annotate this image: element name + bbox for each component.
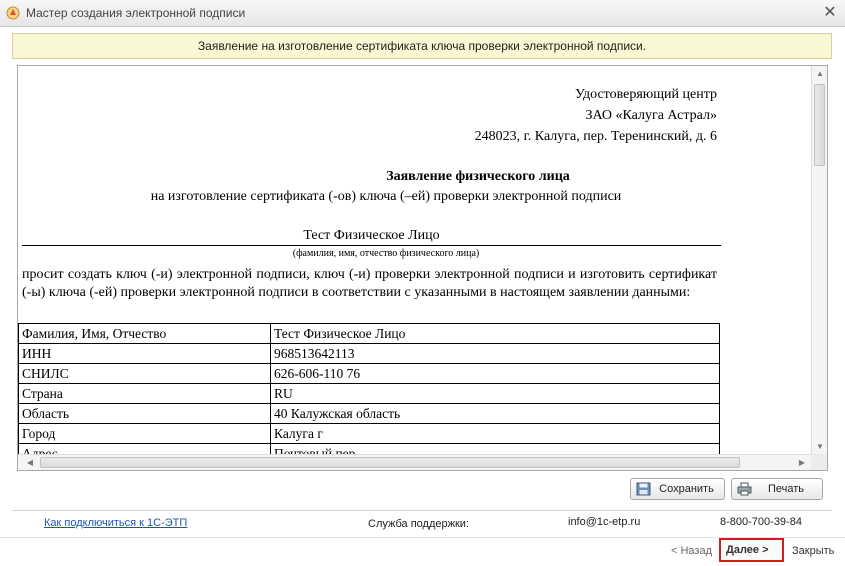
scroll-down-icon[interactable]: ▼ [812, 439, 827, 455]
app-icon [6, 6, 20, 20]
next-button[interactable]: Далее > [719, 538, 784, 562]
support-label: Служба поддержки: [368, 518, 469, 530]
print-button[interactable]: Печать [731, 478, 823, 500]
vertical-scrollbar[interactable]: ▲ ▼ [811, 66, 827, 455]
close-icon[interactable]: ✕ [821, 4, 839, 22]
print-button-label: Печать [767, 483, 805, 495]
row-label: Фамилия, Имя, Отчество [18, 323, 271, 344]
table-row: ИНН 968513642113 [18, 343, 720, 364]
vertical-scroll-thumb[interactable] [814, 84, 825, 166]
applicant-name: Тест Физическое Лицо [22, 228, 721, 246]
row-value: Тест Физическое Лицо [270, 323, 720, 344]
horizontal-scrollbar[interactable]: ◀ ▶ [18, 454, 812, 470]
how-to-connect-link[interactable]: Как подключиться к 1С-ЭТП [44, 517, 187, 529]
horizontal-scroll-thumb[interactable] [40, 457, 740, 468]
row-label: Город [18, 423, 271, 444]
wizard-body: Заявление на изготовление сертификата кл… [0, 27, 845, 566]
row-value: 968513642113 [270, 343, 720, 364]
support-email: info@1c-etp.ru [568, 516, 641, 528]
back-button[interactable]: < Назад [671, 545, 712, 557]
document-page: Удостоверяющий центр ЗАО «Калуга Астрал»… [18, 66, 812, 455]
window-titlebar: Мастер создания электронной подписи ✕ [0, 0, 845, 27]
address-line: 248023, г. Калуга, пер. Теренинский, д. … [474, 129, 717, 144]
row-label: ИНН [18, 343, 271, 364]
document-subheading: на изготовление сертификата (-ов) ключа … [150, 189, 622, 204]
address-line: ЗАО «Калуга Астрал» [585, 108, 717, 123]
row-value: RU [270, 383, 720, 404]
document-preview[interactable]: Удостоверяющий центр ЗАО «Калуга Астрал»… [17, 65, 828, 471]
table-row: Область 40 Калужская область [18, 403, 720, 424]
applicant-data-table: Фамилия, Имя, Отчество Тест Физическое Л… [18, 323, 720, 455]
row-value: 40 Калужская область [270, 403, 720, 424]
table-row: СНИЛС 626-606-110 76 [18, 363, 720, 384]
row-label: Страна [18, 383, 271, 404]
applicant-caption: (фамилия, имя, отчество физического лица… [292, 248, 480, 259]
close-button[interactable]: Закрыть [792, 545, 834, 557]
scrollbar-corner [811, 454, 827, 470]
scroll-right-icon[interactable]: ▶ [794, 455, 810, 470]
row-value: 626-606-110 76 [270, 363, 720, 384]
save-button-label: Сохранить [659, 483, 714, 495]
support-phone: 8-800-700-39-84 [720, 516, 802, 528]
window-title: Мастер создания электронной подписи [26, 6, 246, 20]
scroll-up-icon[interactable]: ▲ [812, 66, 827, 82]
table-row: Страна RU [18, 383, 720, 404]
request-text: просит создать ключ (-и) электронной под… [22, 267, 717, 300]
row-value: Калуга г [270, 423, 720, 444]
scroll-left-icon[interactable]: ◀ [22, 455, 38, 470]
info-banner: Заявление на изготовление сертификата кл… [12, 33, 832, 59]
row-label: СНИЛС [18, 363, 271, 384]
table-row: Фамилия, Имя, Отчество Тест Физическое Л… [18, 323, 720, 344]
table-row: Город Калуга г [18, 423, 720, 444]
document-heading: Заявление физического лица [386, 169, 570, 184]
address-line: Удостоверяющий центр [575, 87, 717, 102]
recipient-address: Удостоверяющий центр ЗАО «Калуга Астрал»… [475, 84, 717, 147]
footer-divider [12, 510, 832, 511]
row-label: Область [18, 403, 271, 424]
save-button[interactable]: Сохранить [630, 478, 725, 500]
